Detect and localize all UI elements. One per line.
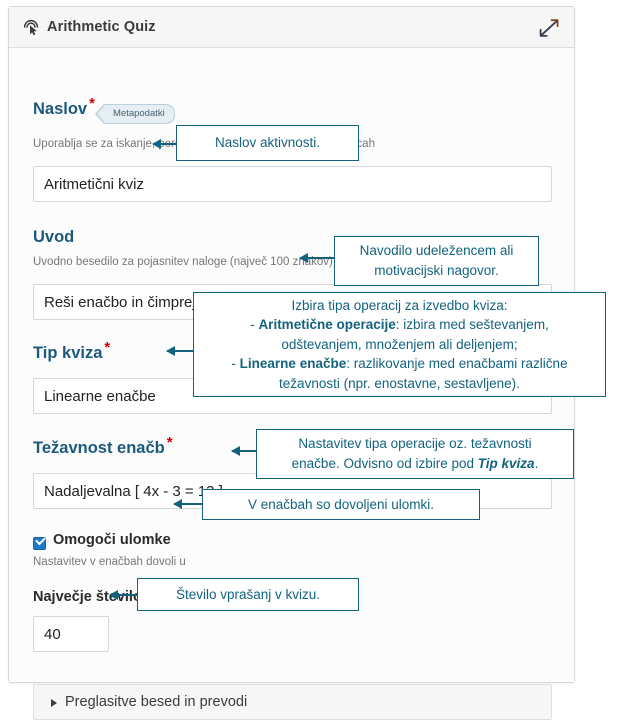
panel-title: Arithmetic Quiz xyxy=(47,19,156,35)
field-naslov-label: Naslov * xyxy=(33,96,95,119)
annotation-quiztype-line1: Izbira tipa operacij za izvedbo kviza: xyxy=(291,297,508,313)
annotation-quiztype-line2-bold: Aritmetične operacije xyxy=(258,317,396,333)
annotation-quiztype-note: Izbira tipa operacij za izvedbo kviza: -… xyxy=(193,292,606,397)
click-pointer-icon xyxy=(22,18,40,36)
field-omogoci-ulomke-label: Omogoči ulomke xyxy=(53,532,171,548)
field-tezavnost-label: Težavnost enačb * xyxy=(33,435,173,458)
annotation-title-note-text: Naslov aktivnosti. xyxy=(214,135,321,151)
annotation-count-note-text: Število vprašanj v kvizu. xyxy=(175,586,321,602)
checkmark-icon xyxy=(35,534,46,546)
caret-right-icon xyxy=(51,699,57,707)
annotation-quiztype-line4-rest: : razlikovanje med enačbami različne xyxy=(346,356,568,372)
field-uvod-label: Uvod xyxy=(33,228,74,247)
annotation-difficulty-line2: enačbe. Odvisno od izbire pod Tip kviza. xyxy=(292,454,539,474)
expand-diagonal-icon[interactable] xyxy=(538,17,560,39)
annotation-count-note: Število vprašanj v kvizu. xyxy=(137,578,359,611)
annotation-quiztype-line4-bold: Linearne enačbe xyxy=(239,356,347,372)
field-omogoci-ulomke-description: Nastavitev v enačbah dovoli u xyxy=(33,556,186,568)
annotation-quiztype-line5: težavnosti (npr. enostavne, sestavljene)… xyxy=(279,375,520,391)
max-questions-input[interactable]: 40 xyxy=(33,616,109,652)
field-tip-kviza-label: Tip kviza * xyxy=(33,340,110,363)
annotation-fractions-note-text: V enačbah so dovoljeni ulomki. xyxy=(247,496,435,512)
annotation-difficulty-line2-em: Tip kviza xyxy=(477,456,535,471)
field-uvod-description: Uvodno besedilo za pojasnitev naloge (na… xyxy=(33,256,333,268)
field-tezavnost-label-text: Težavnost enačb xyxy=(33,439,165,457)
annotation-quiztype-line3: odštevanjem, množenjem ali deljenjem; xyxy=(281,336,518,352)
field-tip-kviza-label-text: Tip kviza xyxy=(33,344,103,362)
title-input[interactable]: Aritmetični kviz xyxy=(33,166,552,202)
annotation-intro-note-line2: motivacijski nagovor. xyxy=(374,263,499,278)
annotation-quiztype-line2: - Aritmetične operacije: izbira med sešt… xyxy=(250,315,549,335)
metadata-badge: Metapodatki xyxy=(95,104,175,124)
panel-header: Arithmetic Quiz xyxy=(9,7,574,48)
annotation-title-note: Naslov aktivnosti. xyxy=(176,125,359,161)
annotation-fractions-note: V enačbah so dovoljeni ulomki. xyxy=(202,489,480,520)
annotation-quiztype-line4-prefix: - xyxy=(231,356,240,372)
annotation-difficulty-line1: Nastavitev tipa operacije oz. težavnosti xyxy=(298,436,532,452)
annotation-difficulty-line2-post: . xyxy=(534,456,539,471)
annotation-quiztype-line2-rest: : izbira med seštevanjem, xyxy=(395,317,549,333)
field-naslov-label-text: Naslov xyxy=(33,100,88,118)
annotation-difficulty-line2-pre: enačbe. Odvisno od izbire pod xyxy=(291,456,478,471)
annotation-intro-note: Navodilo udeležencem ali motivacijski na… xyxy=(334,236,539,286)
field-omogoci-ulomke-label-text: Omogoči ulomke xyxy=(53,532,171,548)
annotation-quiztype-line4: - Linearne enačbe: razlikovanje med enač… xyxy=(231,354,567,374)
annotation-intro-note-line1: Navodilo udeležencem ali xyxy=(359,243,514,259)
collapsible-overrides-section[interactable]: Preglasitve besed in prevodi xyxy=(33,684,552,720)
annotation-difficulty-note: Nastavitev tipa operacije oz. težavnosti… xyxy=(256,429,574,479)
required-asterisk: * xyxy=(166,433,173,451)
screenshot-root: Arithmetic Quiz Naslov * Metapodatki Upor… xyxy=(0,0,620,720)
collapsible-label: Preglasitve besed in prevodi xyxy=(65,694,248,710)
enable-fractions-checkbox[interactable] xyxy=(33,534,46,550)
field-uvod-label-text: Uvod xyxy=(33,228,75,246)
required-asterisk: * xyxy=(104,338,111,356)
